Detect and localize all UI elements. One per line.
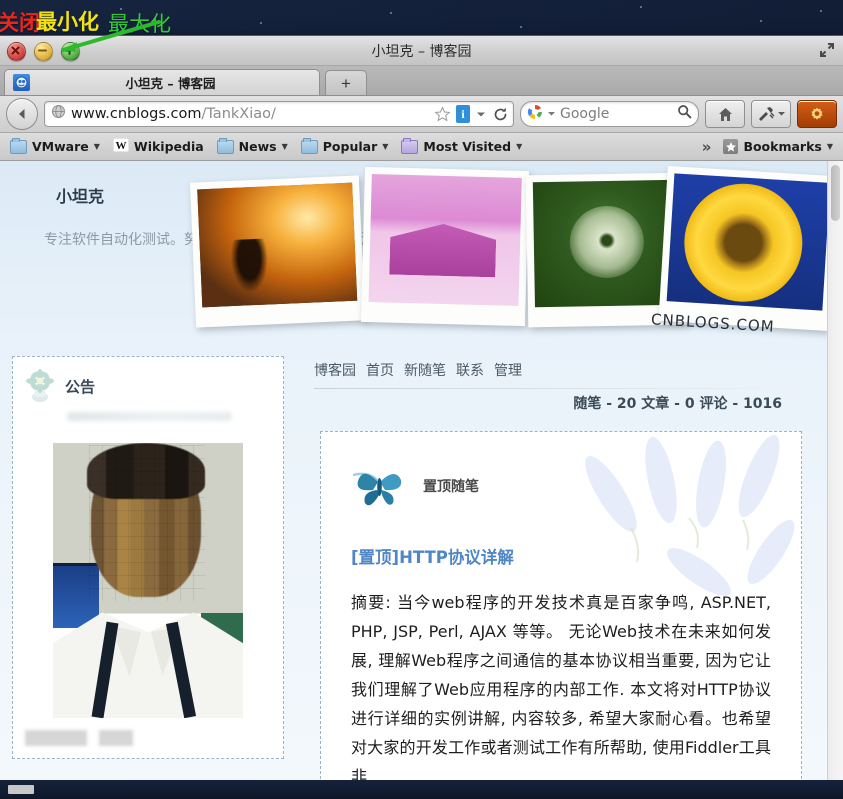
bookmark-most-visited[interactable]: Most Visited ▼ bbox=[396, 137, 527, 156]
bookmark-label: News bbox=[238, 139, 277, 154]
blog-nav-item-contact[interactable]: 联系 bbox=[456, 360, 484, 380]
blog-nav-item-admin[interactable]: 管理 bbox=[494, 360, 522, 380]
url-bar[interactable]: www.cnblogs.com/TankXiao/ i bbox=[44, 101, 514, 127]
bookmark-news[interactable]: News ▼ bbox=[212, 137, 293, 156]
blog-banner: 小坦克 专注软件自动化测试。努力学习开发技术, 用到软件测试上 CNBLOGS.… bbox=[0, 161, 828, 356]
browser-tab[interactable]: 小坦克 – 博客园 bbox=[4, 69, 320, 95]
page-viewport: 小坦克 专注软件自动化测试。努力学习开发技术, 用到软件测试上 CNBLOGS.… bbox=[0, 161, 843, 780]
pinned-post-excerpt: 摘要: 当今web程序的开发技术真是百家争鸣, ASP.NET, PHP, JS… bbox=[351, 593, 771, 780]
annotation-arrow-icon bbox=[61, 20, 161, 52]
close-annotation-label: 关闭 bbox=[0, 11, 40, 35]
search-engine-label: Google bbox=[560, 106, 610, 122]
folder-icon bbox=[216, 137, 234, 154]
blog-title: 小坦克 bbox=[56, 187, 105, 206]
page-main: 公告 博客园 首页 新随笔 联系 管理 随笔 - 20 文章 - 0 评论 - … bbox=[0, 356, 828, 780]
scrollbar-thumb[interactable] bbox=[831, 165, 840, 221]
sidebar-blurred-text bbox=[25, 730, 271, 746]
web-page: 小坦克 专注软件自动化测试。努力学习开发技术, 用到软件测试上 CNBLOGS.… bbox=[0, 161, 828, 780]
bookmark-label: Popular bbox=[322, 139, 378, 154]
chevron-down-icon[interactable] bbox=[777, 105, 786, 123]
bookmark-wikipedia[interactable]: W Wikipedia bbox=[108, 136, 209, 157]
pinned-post-panel: 置顶随笔 [置顶]HTTP协议详解 摘要: 当今web程序的开发技术真是百家争鸣… bbox=[320, 431, 802, 780]
flower-icon bbox=[26, 369, 54, 402]
bookmark-popular[interactable]: Popular ▼ bbox=[296, 137, 394, 156]
announcement-blurred-text bbox=[67, 412, 232, 421]
blog-stats: 随笔 - 20 文章 - 0 评论 - 1016 bbox=[573, 396, 782, 412]
tab-strip: 小坦克 – 博客园 + bbox=[0, 66, 843, 96]
sunflower-photo bbox=[658, 165, 828, 332]
announcement-panel: 公告 bbox=[12, 356, 284, 759]
announcement-title: 公告 bbox=[65, 377, 96, 396]
back-button[interactable] bbox=[6, 98, 38, 130]
taskbar-item[interactable] bbox=[8, 785, 34, 794]
blog-content: 博客园 首页 新随笔 联系 管理 随笔 - 20 文章 - 0 评论 - 101… bbox=[300, 356, 816, 780]
url-path: /TankXiao/ bbox=[201, 106, 276, 122]
browser-window: 小坦克 – 博客园 小坦克 – 博客园 + www.cnblogs.com/Ta… bbox=[0, 36, 843, 780]
bookmarks-overflow-button[interactable]: » bbox=[698, 138, 716, 156]
url-text: www.cnblogs.com/TankXiao/ bbox=[71, 106, 429, 122]
desktop: 关闭 最小化 最大化 小坦克 – 博客园 小坦克 – 博客园 + www.cnb… bbox=[0, 0, 843, 799]
svg-text:W: W bbox=[115, 140, 126, 152]
folder-icon bbox=[10, 137, 27, 154]
reload-icon[interactable] bbox=[492, 106, 509, 123]
firefox-page-icon bbox=[13, 74, 30, 91]
page-vertical-scrollbar[interactable] bbox=[827, 161, 843, 780]
folder-icon bbox=[300, 137, 318, 154]
chevron-down-icon: ▼ bbox=[93, 142, 100, 151]
wikipedia-icon: W bbox=[112, 137, 130, 155]
avatar-pixelation-grid bbox=[89, 445, 205, 601]
tools-button[interactable] bbox=[751, 100, 791, 128]
url-domain: www.cnblogs.com bbox=[71, 106, 202, 122]
chevron-down-icon[interactable] bbox=[475, 108, 487, 120]
avatar-wrapper bbox=[25, 443, 271, 718]
back-arrow-icon bbox=[19, 109, 25, 119]
identity-icon[interactable]: i bbox=[456, 105, 470, 123]
search-icon[interactable] bbox=[677, 104, 692, 124]
announcement-header: 公告 bbox=[25, 369, 271, 403]
annotation-layer: 关闭 最小化 最大化 bbox=[0, 0, 843, 52]
butterfly-icon bbox=[352, 472, 402, 506]
chevron-down-icon: ▼ bbox=[516, 142, 523, 151]
tools-icon bbox=[758, 107, 774, 121]
blog-nav: 博客园 首页 新随笔 联系 管理 bbox=[300, 356, 816, 380]
folder-purple-icon bbox=[401, 137, 419, 154]
chevron-down-icon[interactable] bbox=[547, 105, 556, 123]
blog-nav-item-cnblogs[interactable]: 博客园 bbox=[314, 360, 356, 380]
globe-icon bbox=[51, 104, 66, 124]
settings-button[interactable] bbox=[797, 100, 837, 128]
bookmarks-menu-button[interactable]: Bookmarks ▼ bbox=[718, 137, 838, 156]
banner-photo-collage: CNBLOGS.COM bbox=[185, 165, 828, 349]
blog-sidebar: 公告 bbox=[12, 356, 284, 780]
bookmark-vmware[interactable]: VMware ▼ bbox=[5, 137, 105, 156]
bookmark-star-icon[interactable] bbox=[434, 105, 451, 123]
chevron-down-icon: ▼ bbox=[826, 142, 833, 151]
bookmark-label: Most Visited bbox=[423, 139, 512, 154]
identity-label: i bbox=[456, 105, 470, 123]
search-bar[interactable]: Google bbox=[520, 101, 699, 127]
bookmark-star-icon bbox=[723, 139, 739, 154]
chevron-down-icon: ▼ bbox=[382, 142, 389, 151]
sunset-tree-photo bbox=[189, 175, 366, 328]
avatar bbox=[53, 443, 243, 718]
pinned-post-title-link[interactable]: [置顶]HTTP协议详解 bbox=[351, 544, 789, 568]
tab-title: 小坦克 – 博客园 bbox=[125, 76, 216, 91]
purple-barn-photo bbox=[360, 166, 530, 327]
google-icon bbox=[527, 104, 543, 125]
settings-gear-icon bbox=[811, 107, 823, 120]
pinned-post-label: 置顶随笔 bbox=[423, 479, 479, 495]
chevron-down-icon: ▼ bbox=[281, 142, 288, 151]
home-button[interactable] bbox=[705, 100, 745, 128]
home-icon bbox=[718, 107, 732, 121]
blog-nav-item-newpost[interactable]: 新随笔 bbox=[404, 360, 446, 380]
navigation-toolbar: www.cnblogs.com/TankXiao/ i Google bbox=[0, 96, 843, 133]
blog-nav-item-home[interactable]: 首页 bbox=[366, 360, 394, 380]
bookmark-label: Wikipedia bbox=[133, 139, 204, 154]
desktop-taskbar[interactable] bbox=[0, 780, 843, 799]
bookmarks-menu-label: Bookmarks bbox=[743, 139, 822, 154]
new-tab-button[interactable]: + bbox=[325, 70, 367, 95]
bookmarks-bar: VMware ▼ W Wikipedia News ▼ Popular ▼ Mo… bbox=[0, 133, 843, 161]
bookmark-label: VMware bbox=[32, 139, 89, 154]
pinned-post-header: 置顶随笔 bbox=[333, 444, 789, 510]
